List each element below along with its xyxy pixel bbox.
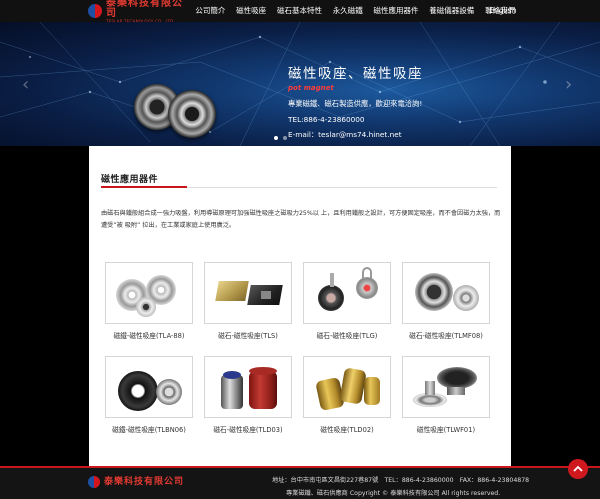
footer-copyright: 專業磁鐵、磁石供應商 Copyright © 泰樂科技有限公司 All righ… <box>286 490 501 497</box>
nav-item-permanent-magnet[interactable]: 永久磁鐵 <box>327 0 368 22</box>
nav-item-equipment[interactable]: 養磁儀器設備 <box>424 0 480 22</box>
product-image[interactable] <box>105 356 193 418</box>
section-intro: 由磁石與鐵般組合成一強力吸盤，利用導磁原理可加強磁性吸座之磁吸力25%以 上，且… <box>101 210 501 229</box>
product-image[interactable] <box>204 356 292 418</box>
logo-text-group: 泰樂科技有限公司 TESLAR TECHNOLOGY CO., LTD <box>106 0 188 24</box>
product-label[interactable]: 磁鐵-磁性吸座(TLBN06) <box>105 424 193 434</box>
hero-prev-arrow-icon[interactable]: ‹ <box>22 74 29 95</box>
product-card[interactable]: 磁石-磁性吸座(TLD03) <box>204 356 292 434</box>
hero-dot[interactable] <box>274 136 278 140</box>
product-label[interactable]: 磁性吸座(TLWF01) <box>402 424 490 434</box>
logo-mark-icon <box>88 476 100 488</box>
footer-brand-name: 泰樂科技有限公司 <box>104 477 185 487</box>
product-label[interactable]: 磁性吸座(TLD02) <box>303 424 391 434</box>
product-image[interactable] <box>402 356 490 418</box>
product-label[interactable]: 磁石-磁性吸座(TLG) <box>303 330 391 340</box>
site-footer: 泰樂科技有限公司 地址：台中市南屯區文昌街227巷87號 TEL：886-4-2… <box>0 466 600 499</box>
hero-tagline: 專業磁鐵、磁石製造供應，歡迎來電洽詢! <box>288 99 423 108</box>
nav-item-magnet-properties[interactable]: 磁石基本特性 <box>272 0 328 22</box>
back-to-top-button[interactable] <box>568 459 588 479</box>
content-panel: 磁性應用器件 由磁石與鐵般組合成一強力吸盤，利用導磁原理可加強磁性吸座之磁吸力2… <box>89 146 511 466</box>
hero-phone: TEL:886-4-23860000 <box>288 115 365 124</box>
product-card[interactable]: 磁石-磁性吸座(TLG) <box>303 262 391 340</box>
pot-magnet-image <box>168 90 216 138</box>
brand-name: 泰樂科技有限公司 <box>106 0 183 19</box>
hero-title: 磁性吸座、磁性吸座 <box>288 66 423 82</box>
product-label[interactable]: 磁石-磁性吸座(TLS) <box>204 330 292 340</box>
product-card[interactable]: 磁石-磁性吸座(TLS) <box>204 262 292 340</box>
nav-item-about[interactable]: 公司簡介 <box>190 0 231 22</box>
hero-pagination <box>274 136 287 140</box>
product-image[interactable] <box>204 262 292 324</box>
main-nav: 公司簡介 磁性吸座 磁石基本特性 永久磁鐵 磁性應用器件 養磁儀器設備 聯絡我們 <box>190 0 520 22</box>
chevron-up-icon <box>573 465 583 472</box>
hero-subtitle: pot magnet <box>288 84 334 92</box>
hero-dot[interactable] <box>283 136 287 140</box>
product-label[interactable]: 磁鐵-磁性吸座(TLA-88) <box>105 330 193 340</box>
top-nav-bar: 泰樂科技有限公司 TESLAR TECHNOLOGY CO., LTD 公司簡介… <box>0 0 600 24</box>
product-label[interactable]: 磁石-磁性吸座(TLD03) <box>204 424 292 434</box>
language-switch[interactable]: English <box>484 0 522 22</box>
hero-email: E-mail：teslar@ms74.hinet.net <box>288 130 402 139</box>
section-title: 磁性應用器件 <box>101 175 159 185</box>
product-label[interactable]: 磁石-磁性吸座(TLMF08) <box>402 330 490 340</box>
footer-logo[interactable]: 泰樂科技有限公司 <box>88 476 184 488</box>
hero-banner: ‹ › 磁性吸座、磁性吸座 pot magnet 專業磁鐵、磁石製造供應，歡迎來… <box>0 22 600 146</box>
hero-next-arrow-icon[interactable]: › <box>565 74 572 95</box>
product-card[interactable]: 磁鐵-磁性吸座(TLBN06) <box>105 356 193 434</box>
logo-mark-icon <box>88 4 102 18</box>
product-image[interactable] <box>303 356 391 418</box>
product-card[interactable]: 磁性吸座(TLWF01) <box>402 356 490 434</box>
brand-logo[interactable]: 泰樂科技有限公司 TESLAR TECHNOLOGY CO., LTD <box>88 0 188 24</box>
product-image[interactable] <box>303 262 391 324</box>
product-card[interactable]: 磁石-磁性吸座(TLMF08) <box>402 262 490 340</box>
nav-item-magnetic-devices[interactable]: 磁性應用器件 <box>368 0 424 22</box>
section-title-underline <box>101 186 187 188</box>
footer-contact-info: 地址：台中市南屯區文昌街227巷87號 TEL：886-4-23860000 F… <box>272 477 530 484</box>
product-card[interactable]: 磁性吸座(TLD02) <box>303 356 391 434</box>
product-image[interactable] <box>105 262 193 324</box>
product-image[interactable] <box>402 262 490 324</box>
nav-item-pot-magnet[interactable]: 磁性吸座 <box>231 0 272 22</box>
product-card[interactable]: 磁鐵-磁性吸座(TLA-88) <box>105 262 193 340</box>
